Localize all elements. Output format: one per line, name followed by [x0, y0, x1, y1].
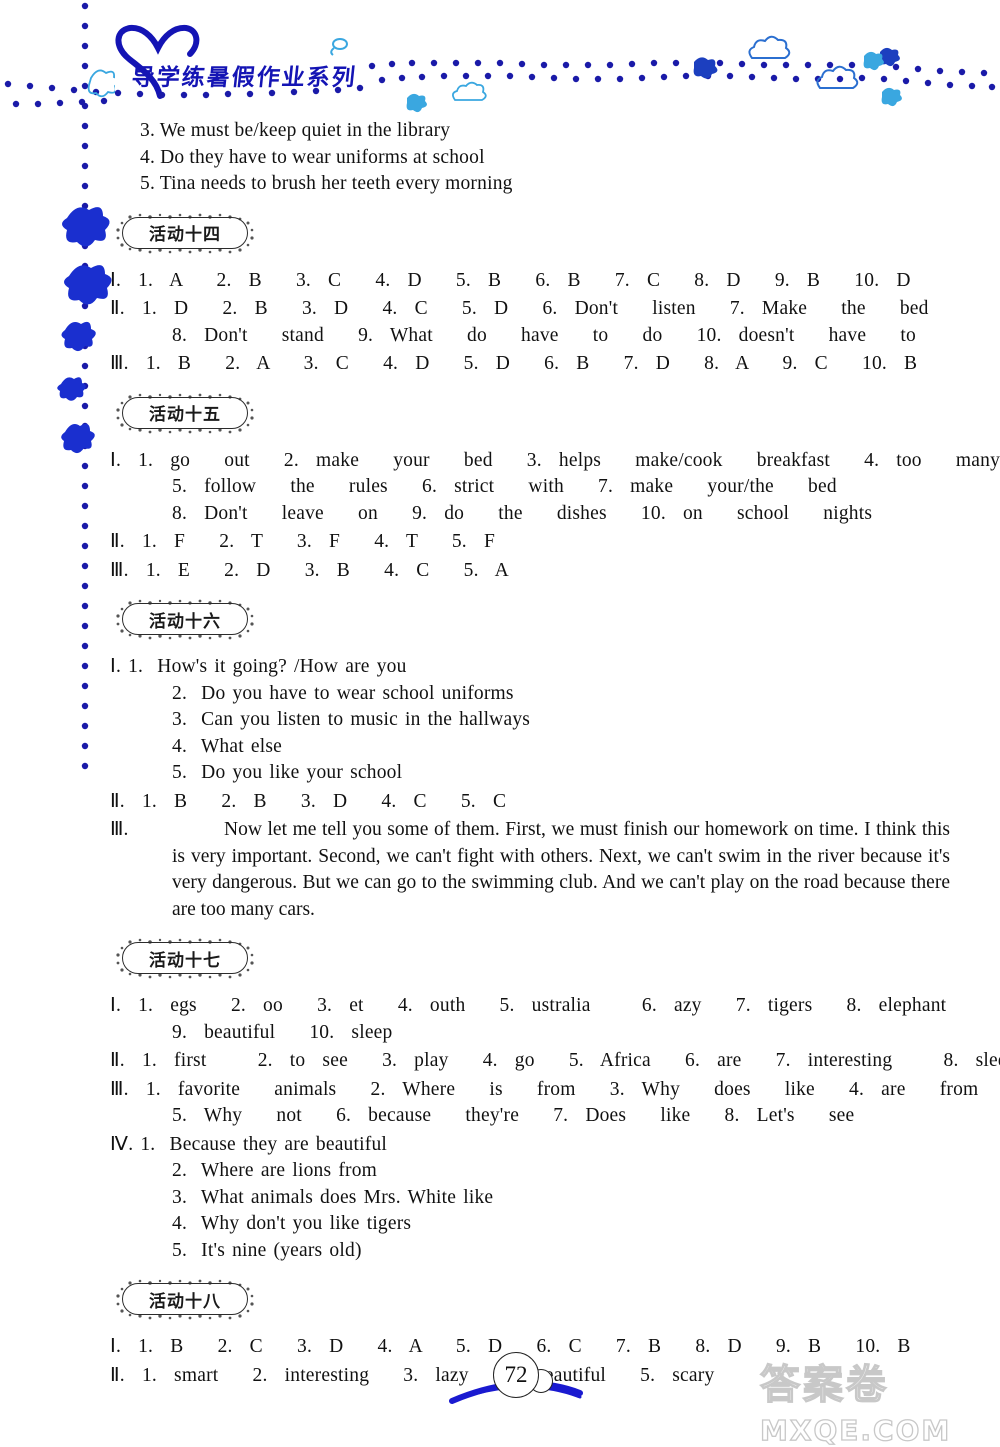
activity-section: Ⅰ. 1. egs 2. oo 3. et 4. outh 5. ustrali… — [110, 993, 950, 1046]
activity-title-label: 活动十四 — [149, 225, 221, 245]
section-text: 1. How's it going? /How are you — [128, 656, 407, 677]
page-number: 72 — [493, 1352, 539, 1398]
answer-line: 8. Don't leave on 9. do the dishes 10. o… — [172, 502, 873, 524]
activity-title-box: 活动十八 — [122, 1283, 248, 1315]
answer-line: Ⅱ. 1. F 2. T 3. F 4. T 5. F — [110, 529, 950, 556]
section-text: 1. first 2. to see 3. play 4. go 5. Afri… — [141, 1050, 1000, 1071]
activity-section: Ⅰ. 1. go out 2. make your bed 3. helps m… — [110, 448, 1000, 528]
section-text: 1. Because they are beautiful — [140, 1133, 388, 1155]
answer-content: 3. We must be/keep quiet in the library … — [110, 118, 1000, 1391]
activity-title-badge: 活动十六 — [112, 598, 262, 642]
activity-section: Ⅱ. 1. D 2. B 3. D 4. C 5. D 6. Don't lis… — [110, 296, 950, 349]
answer-line: 8. Don't stand 9. What do have to do 10.… — [172, 324, 916, 346]
answer-line: Ⅱ. 1. D 2. B 3. D 4. C 5. D 6. Don't lis… — [110, 296, 950, 323]
section-text: 1. F 2. T 3. F 4. T 5. F — [141, 531, 496, 552]
section-text: 1. E 2. D 3. B 4. C 5. A — [145, 559, 509, 581]
activity-title-label: 活动十八 — [149, 1291, 221, 1312]
answer-line: Ⅳ. 1. Because they are beautiful — [110, 1132, 950, 1159]
activity-section: Ⅳ. 1. Because they are beautiful 2. Wher… — [110, 1132, 950, 1265]
section-numeral: Ⅲ. — [110, 559, 129, 581]
section-text: 1. egs 2. oo 3. et 4. outh 5. ustralia 6… — [138, 995, 947, 1016]
left-dotted-rail-decoration — [57, 2, 115, 770]
activity-section: Ⅲ. 1. E 2. D 3. B 4. C 5. A — [110, 558, 950, 585]
watermark-en-text: MXQE.COM — [759, 1413, 952, 1447]
answer-line: Ⅰ. 1. go out 2. make your bed 3. helps m… — [110, 448, 1000, 475]
answer-line: 2. Where are lions from — [172, 1160, 378, 1181]
section-text: 1. B 2. A 3. C 4. D 5. D 6. B 7. D 8. A … — [145, 353, 918, 374]
section-text: 1. go out 2. make your bed 3. helps make… — [138, 449, 1000, 471]
activity-title-badge: 活动十四 — [112, 212, 262, 256]
activity-section: Ⅱ. 1. F 2. T 3. F 4. T 5. F — [110, 529, 950, 556]
section-text: 1. B 2. B 3. D 4. C 5. C — [141, 790, 507, 812]
section-numeral: Ⅰ. — [110, 449, 122, 471]
answer-line: Ⅲ. 1. E 2. D 3. B 4. C 5. A — [110, 558, 950, 585]
section-numeral: Ⅲ. — [110, 1078, 129, 1100]
activity-title-badge: 活动十八 — [112, 1278, 262, 1322]
activity-section: Ⅰ. 1. How's it going? /How are you 2. Do… — [110, 654, 950, 787]
section-numeral: Ⅱ. — [110, 298, 125, 319]
section-numeral: Ⅰ. — [110, 269, 122, 291]
activity-section: Ⅲ. 1. favorite animals 2. Where is from … — [110, 1077, 978, 1130]
answer-line: Ⅰ. 1. egs 2. oo 3. et 4. outh 5. ustrali… — [110, 993, 950, 1020]
activity-title-box: 活动十四 — [122, 216, 248, 249]
section-numeral: Ⅲ. — [110, 819, 129, 840]
answer-line: Ⅲ. 1. B 2. A 3. C 4. D 5. D 6. B 7. D 8.… — [110, 351, 950, 378]
carryover-answers: 3. We must be/keep quiet in the library … — [110, 118, 950, 198]
answer-line: 4. Why don't you like tigers — [172, 1213, 412, 1234]
answer-line: 2. Do you have to wear school uniforms — [172, 682, 514, 704]
answer-key-page: 导学练暑假作业系列 3. We must be/keep quiet in th… — [0, 0, 1000, 1447]
answer-line: 5. It's nine (years old) — [172, 1239, 362, 1261]
answer-line: 5. Do you like your school — [172, 762, 403, 783]
header-dotted-decoration — [4, 35, 996, 113]
activity-section: Ⅲ. 1. B 2. A 3. C 4. D 5. D 6. B 7. D 8.… — [110, 351, 950, 378]
answer-line: Ⅰ. 1. A 2. B 3. C 4. D 5. B 6. B 7. C 8.… — [110, 268, 950, 295]
activity-section: Ⅱ. 1. B 2. B 3. D 4. C 5. C — [110, 789, 950, 816]
activity-title-box: 活动十六 — [122, 603, 248, 635]
answer-paragraph-wrapper: Ⅲ. Now let me tell you some of them. Firs… — [110, 817, 950, 923]
section-numeral: Ⅲ. — [110, 353, 129, 374]
answer-line: 3. What animals does Mrs. White like — [172, 1186, 494, 1208]
answer-line: 5. follow the rules 6. strict with 7. ma… — [172, 476, 837, 497]
page-header: 导学练暑假作业系列 — [0, 0, 1000, 120]
activity-title-badge: 活动十七 — [112, 937, 262, 981]
activity-title-label: 活动十五 — [149, 405, 221, 425]
activity-section: Ⅱ. 1. first 2. to see 3. play 4. go 5. A… — [110, 1048, 1000, 1075]
answer-line: Ⅱ. 1. B 2. B 3. D 4. C 5. C — [110, 789, 950, 816]
section-text: 1. A 2. B 3. C 4. D 5. B 6. B 7. C 8. D … — [138, 269, 911, 291]
puzzle-splat-icon — [57, 207, 112, 454]
answer-line: 9. beautiful 10. sleep — [172, 1021, 393, 1043]
activity-title-box: 活动十七 — [122, 942, 248, 974]
activity-section: Ⅰ. 1. A 2. B 3. C 4. D 5. B 6. B 7. C 8.… — [110, 268, 950, 295]
answer-line: Ⅱ. 1. first 2. to see 3. play 4. go 5. A… — [110, 1048, 1000, 1075]
section-numeral: Ⅰ. — [110, 995, 122, 1016]
answer-line: 5. Why not 6. because they're 7. Does li… — [172, 1105, 855, 1126]
section-numeral: Ⅱ. — [110, 531, 125, 552]
section-numeral: Ⅰ. — [110, 656, 122, 677]
answer-line: 4. Do they have to wear uniforms at scho… — [140, 146, 485, 168]
section-text: 1. favorite animals 2. Where is from 3. … — [145, 1078, 979, 1100]
activity-title-label: 活动十七 — [149, 950, 221, 971]
section-text: 1. D 2. B 3. D 4. C 5. D 6. Don't listen… — [141, 298, 929, 319]
watermark-cn-text: 答案卷 — [759, 1361, 889, 1408]
activity-section: Ⅲ. Now let me tell you some of them. Firs… — [110, 817, 950, 923]
watermark: 答案卷 MXQE.COM — [759, 1352, 990, 1447]
answer-line: 4. What else — [172, 735, 283, 757]
answer-line: 3. We must be/keep quiet in the library — [140, 120, 451, 141]
section-numeral: Ⅱ. — [110, 790, 125, 812]
section-numeral: Ⅱ. — [110, 1050, 125, 1071]
answer-paragraph: Now let me tell you some of them. First,… — [172, 819, 950, 920]
answer-line: 5. Tina needs to brush her teeth every m… — [140, 173, 513, 194]
answer-line: 3. Can you listen to music in the hallwa… — [172, 709, 531, 730]
section-numeral: Ⅳ. — [110, 1133, 134, 1155]
answer-line: Ⅰ. 1. How's it going? /How are you — [110, 654, 950, 681]
answer-line: Ⅲ. 1. favorite animals 2. Where is from … — [110, 1077, 978, 1104]
activity-title-label: 活动十六 — [149, 611, 221, 632]
activity-title-box: 活动十五 — [122, 396, 248, 429]
activity-title-badge: 活动十五 — [112, 392, 262, 436]
